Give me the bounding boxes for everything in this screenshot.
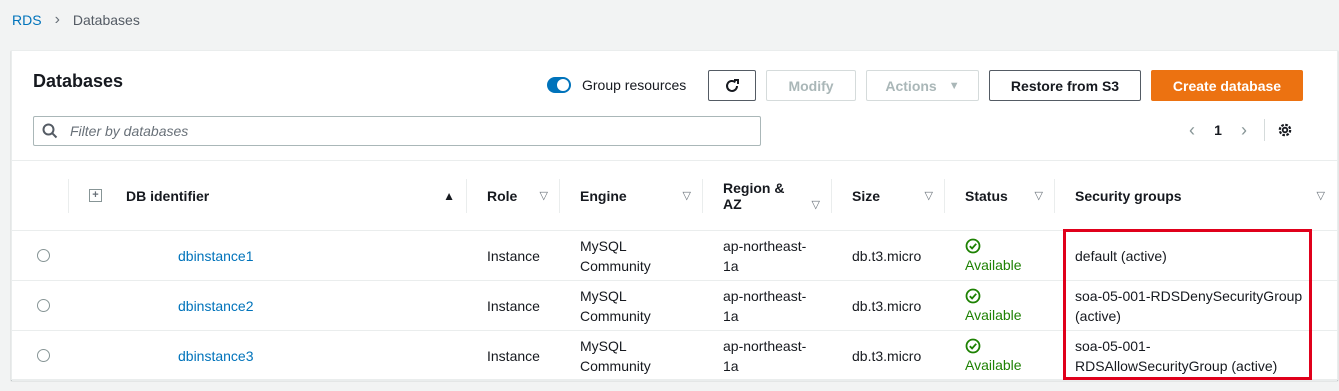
sort-ascending-icon: ▲ [443, 188, 455, 203]
status-cell: Available [945, 330, 1055, 381]
security-groups-cell: default (active) [1055, 230, 1337, 281]
refresh-button[interactable] [708, 70, 756, 101]
breadcrumb-current: Databases [72, 12, 140, 28]
filter-box[interactable] [33, 116, 761, 146]
status-cell: Available [945, 230, 1055, 281]
column-security-groups[interactable]: Security groups ▽ [1055, 160, 1337, 231]
sort-icon: ▽ [1316, 190, 1325, 202]
status-ok-icon [965, 288, 981, 303]
engine-cell: MySQL Community [560, 280, 703, 331]
column-size[interactable]: Size ▽ [832, 160, 945, 231]
row-select-radio[interactable] [37, 299, 50, 312]
databases-panel: Databases Group resources Modify Actions… [11, 50, 1338, 381]
size-cell: db.t3.micro [832, 230, 945, 281]
create-database-button[interactable]: Create database [1151, 70, 1303, 101]
column-region-az[interactable]: Region & AZ ▽ [703, 160, 832, 231]
role-cell: Instance [467, 230, 560, 281]
size-cell: db.t3.micro [832, 280, 945, 331]
region-cell: ap-northeast- 1a [703, 280, 832, 331]
role-cell: Instance [467, 330, 560, 381]
table-row[interactable]: dbinstance1 Instance MySQL Community ap-n… [12, 230, 1337, 281]
select-column-header [12, 160, 69, 231]
region-cell: ap-northeast- 1a [703, 230, 832, 281]
db-identifier-link[interactable]: dbinstance2 [178, 298, 254, 314]
column-db-identifier[interactable]: + DB identifier ▲ [69, 160, 467, 231]
security-groups-cell: soa-05-001- RDSAllowSecurityGroup (active… [1055, 330, 1337, 381]
sort-icon: ▽ [539, 190, 548, 202]
modify-button[interactable]: Modify [766, 70, 856, 101]
table-header-row: + DB identifier ▲ Role ▽ Engine ▽ Region &… [12, 160, 1337, 231]
page-title: Databases [33, 71, 124, 91]
next-page-icon[interactable]: › [1232, 120, 1256, 141]
table-row[interactable]: dbinstance2 Instance MySQL Community ap-n… [12, 280, 1337, 331]
region-cell: ap-northeast- 1a [703, 330, 832, 381]
status-ok-icon [965, 338, 981, 353]
column-role[interactable]: Role ▽ [467, 160, 560, 231]
role-cell: Instance [467, 280, 560, 331]
settings-gear-icon[interactable] [1275, 120, 1295, 140]
actions-label: Actions [885, 77, 937, 94]
db-identifier-link[interactable]: dbinstance1 [178, 248, 254, 264]
column-status[interactable]: Status ▽ [945, 160, 1055, 231]
expand-all-icon[interactable]: + [89, 189, 102, 202]
status-ok-icon [965, 238, 981, 253]
status-cell: Available [945, 280, 1055, 331]
search-icon [42, 123, 58, 139]
column-engine[interactable]: Engine ▽ [560, 160, 703, 231]
breadcrumb: RDS › Databases [12, 11, 140, 29]
breadcrumb-rds-link[interactable]: RDS [12, 12, 42, 28]
restore-from-s3-button[interactable]: Restore from S3 [989, 70, 1141, 101]
group-resources-toggle[interactable]: Group resources [547, 77, 686, 93]
caret-down-icon: ▼ [948, 79, 960, 92]
pagination: ‹ 1 › [1180, 119, 1295, 141]
table-row[interactable]: dbinstance3 Instance MySQL Community ap-n… [12, 330, 1337, 381]
row-select-radio[interactable] [37, 349, 50, 362]
sort-icon: ▽ [682, 190, 691, 202]
group-resources-label: Group resources [582, 77, 687, 93]
engine-cell: MySQL Community [560, 230, 703, 281]
refresh-icon [726, 78, 739, 92]
sort-icon: ▽ [924, 190, 933, 202]
db-identifier-link[interactable]: dbinstance3 [178, 348, 254, 364]
sort-icon: ▽ [811, 199, 820, 211]
security-groups-cell: soa-05-001-RDSDenySecurityGroup (active) [1055, 280, 1337, 331]
page-number[interactable]: 1 [1204, 122, 1232, 138]
actions-button[interactable]: Actions ▼ [866, 70, 979, 101]
size-cell: db.t3.micro [832, 330, 945, 381]
row-select-radio[interactable] [37, 249, 50, 262]
chevron-right-icon: › [54, 11, 60, 28]
engine-cell: MySQL Community [560, 330, 703, 381]
sort-icon: ▽ [1034, 190, 1043, 202]
filter-input[interactable] [68, 122, 718, 140]
previous-page-icon[interactable]: ‹ [1180, 120, 1204, 141]
toggle-switch[interactable] [547, 77, 571, 93]
databases-table: + DB identifier ▲ Role ▽ Engine ▽ Region &… [12, 160, 1337, 381]
divider [1264, 119, 1265, 141]
